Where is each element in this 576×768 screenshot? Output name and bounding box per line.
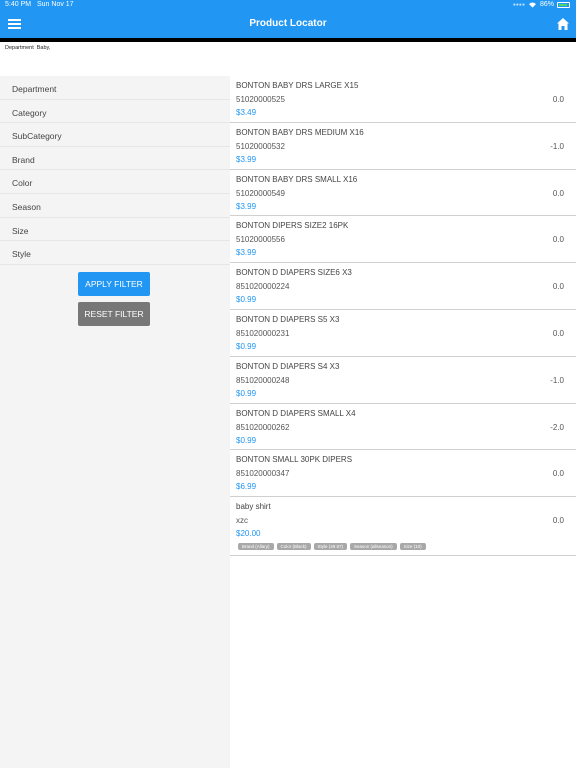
attribute-tags: Brand (Allary) Color (Black) Style (49 8… <box>238 543 426 551</box>
product-row[interactable]: BONTON BABY DRS MEDIUM X16 51020000532 $… <box>230 123 576 170</box>
product-price: $0.99 <box>236 435 257 445</box>
product-code: 851020000231 <box>236 328 290 338</box>
product-name: BONTON DIPERS SIZE2 16PK <box>236 221 349 231</box>
attribute-tag: Brand (Allary) <box>238 543 274 551</box>
filter-color[interactable]: Color <box>0 170 230 194</box>
product-name: baby shirt <box>236 502 271 512</box>
product-code: 851020000347 <box>236 469 290 479</box>
home-icon[interactable] <box>556 17 570 31</box>
status-time: 5:40 PM <box>5 1 32 8</box>
product-row[interactable]: BONTON DIPERS SIZE2 16PK 51020000556 $3.… <box>230 216 576 264</box>
product-price: $3.99 <box>236 154 257 164</box>
product-name: BONTON BABY DRS LARGE X15 <box>236 81 359 90</box>
product-qty: 0.0 <box>552 188 564 198</box>
reset-filter-button[interactable]: RESET FILTER <box>78 302 150 326</box>
product-code: 51020000532 <box>236 141 285 151</box>
product-row[interactable]: BONTON BABY DRS LARGE X15 51020000525 $3… <box>230 76 576 123</box>
filter-season[interactable]: Season <box>0 194 230 218</box>
product-qty: -2.0 <box>550 422 564 432</box>
product-code: 851020000248 <box>236 375 290 385</box>
product-row[interactable]: BONTON D DIAPERS S4 X3 851020000248 $0.9… <box>230 357 576 404</box>
product-row[interactable]: BONTON D DIAPERS SIZE6 X3 851020000224 $… <box>230 263 576 310</box>
product-code: 851020000262 <box>236 422 290 432</box>
product-qty: -1.0 <box>550 375 564 385</box>
product-row[interactable]: BONTON D DIAPERS S5 X3 851020000231 $0.9… <box>230 310 576 357</box>
product-row[interactable]: BONTON D DIAPERS SMALL X4 851020000262 $… <box>230 404 576 451</box>
product-code: 851020000224 <box>236 282 290 292</box>
product-price: $0.99 <box>236 341 257 351</box>
filter-subcategory[interactable]: SubCategory <box>0 123 230 147</box>
product-qty: 0.0 <box>552 328 564 338</box>
product-name: BONTON D DIAPERS SMALL X4 <box>236 408 356 418</box>
breadcrumb-value: Baby, <box>36 45 51 51</box>
attribute-tag: Size (10) <box>399 543 426 551</box>
product-price: $20.00 <box>236 529 261 539</box>
product-code: 51020000525 <box>236 95 285 104</box>
product-name: BONTON D DIAPERS S4 X3 <box>236 361 340 371</box>
product-price: $3.99 <box>236 201 257 211</box>
product-row[interactable]: BONTON SMALL 30PK DIPERS 851020000347 $6… <box>230 450 576 498</box>
product-code: 51020000549 <box>236 188 285 198</box>
attribute-tag: Color (Black) <box>276 543 311 551</box>
product-row[interactable]: BONTON BABY DRS SMALL X16 51020000549 $3… <box>230 170 576 217</box>
product-price: $0.99 <box>236 295 257 305</box>
status-right: ●●●● 86% <box>513 1 570 8</box>
product-qty: 0.0 <box>552 516 564 526</box>
filter-brand[interactable]: Brand <box>0 147 230 171</box>
product-name: BONTON D DIAPERS SIZE6 X3 <box>236 268 352 278</box>
product-price: $3.99 <box>236 248 257 258</box>
attribute-tag: Season (allseason) <box>350 543 397 551</box>
breadcrumb: Department Baby, <box>5 45 53 51</box>
filter-style[interactable]: Style <box>0 241 230 265</box>
product-qty: 0.0 <box>552 235 564 245</box>
product-name: BONTON BABY DRS MEDIUM X16 <box>236 127 364 137</box>
breadcrumb-label: Department <box>5 45 34 51</box>
product-name: BONTON D DIAPERS S5 X3 <box>236 314 340 324</box>
product-code: 51020000556 <box>236 235 285 245</box>
status-bar: 5:40 PM Sun Nov 17 ●●●● 86% <box>0 0 576 11</box>
apply-filter-button[interactable]: APPLY FILTER <box>78 272 150 296</box>
product-qty: 0.0 <box>552 95 564 104</box>
nav-bar: Product Locator <box>0 11 576 38</box>
signal-icon: ●●●● <box>512 1 525 8</box>
product-name: BONTON SMALL 30PK DIPERS <box>236 455 353 465</box>
product-qty: -1.0 <box>550 141 564 151</box>
product-name: BONTON BABY DRS SMALL X16 <box>236 174 358 184</box>
product-qty: 0.0 <box>552 282 564 292</box>
attribute-tag: Style (49 87) <box>313 543 348 551</box>
nav-divider <box>0 38 576 42</box>
product-list: BONTON BABY DRS LARGE X15 51020000525 $3… <box>230 76 576 557</box>
battery-icon <box>557 1 570 8</box>
product-price: $3.49 <box>236 108 257 117</box>
product-code: xzc <box>236 516 248 526</box>
status-date: Sun Nov 17 <box>37 1 74 8</box>
filter-sidebar: Department Category SubCategory Brand Co… <box>0 76 230 768</box>
page-title: Product Locator <box>249 18 327 29</box>
product-price: $0.99 <box>236 388 257 398</box>
filter-department[interactable]: Department <box>0 76 230 100</box>
battery-percent: 86% <box>539 1 554 8</box>
wifi-icon <box>528 2 536 8</box>
filter-size[interactable]: Size <box>0 218 230 242</box>
product-qty: 0.0 <box>552 469 564 479</box>
product-price: $6.99 <box>236 482 257 492</box>
filter-category[interactable]: Category <box>0 100 230 124</box>
product-row[interactable]: baby shirt xzc $20.00 0.0 Brand (Allary)… <box>230 497 576 557</box>
